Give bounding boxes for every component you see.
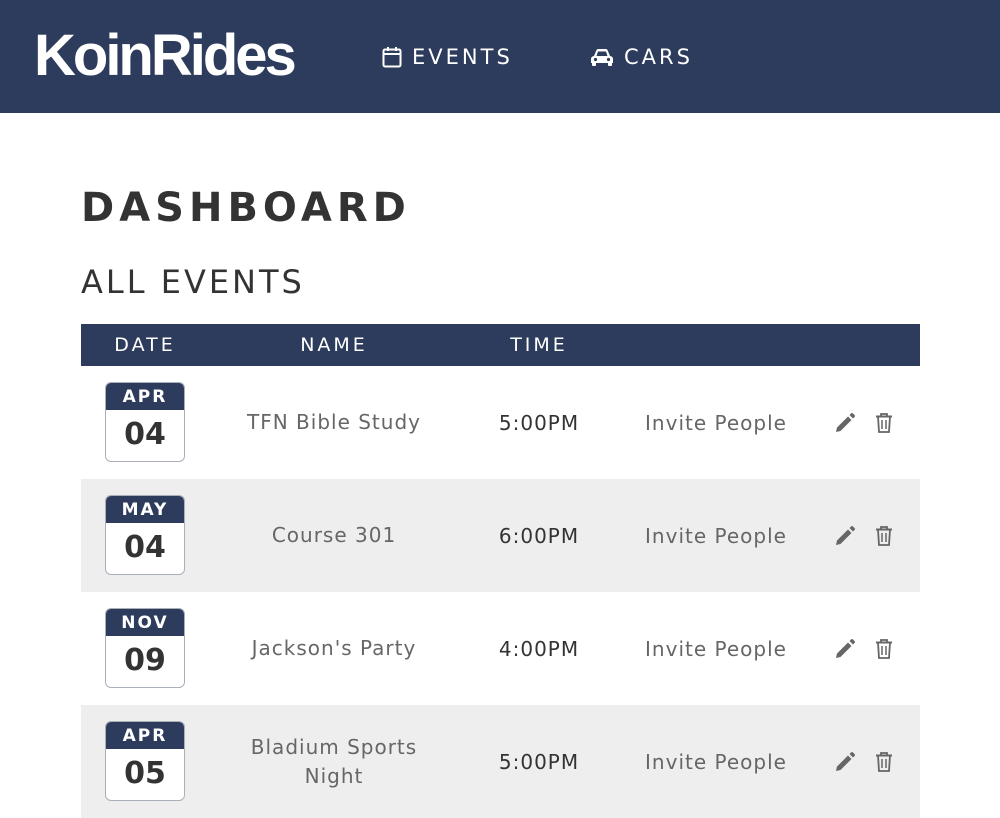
- invite-people-link[interactable]: Invite People: [629, 479, 803, 592]
- delete-button[interactable]: [872, 637, 896, 661]
- events-table: DATE NAME TIME APR 04 TFN Bible Study 5:…: [81, 324, 920, 818]
- event-time: 5:00PM: [498, 749, 580, 774]
- trash-icon: [876, 752, 892, 772]
- event-name: Course 301: [271, 523, 397, 547]
- nav-cars-label: CARS: [624, 45, 693, 69]
- app-logo[interactable]: KoinRides: [34, 22, 297, 90]
- date-month: MAY: [106, 496, 184, 523]
- date-badge: MAY 04: [105, 495, 185, 575]
- invite-people-link[interactable]: Invite People: [629, 705, 803, 818]
- table-row: MAY 04 Course 301 6:00PM Invite People: [81, 479, 920, 592]
- trash-icon: [876, 413, 892, 433]
- pencil-icon: [836, 639, 855, 658]
- date-day: 04: [124, 530, 166, 565]
- event-name: Jackson's Party: [251, 636, 417, 660]
- pencil-icon: [836, 413, 855, 432]
- nav-events-link[interactable]: EVENTS: [382, 42, 513, 72]
- pencil-icon: [836, 752, 855, 771]
- edit-button[interactable]: [833, 637, 857, 661]
- table-row: APR 05 Bladium Sports Night 5:00PM Invit…: [81, 705, 920, 818]
- trash-icon: [876, 639, 892, 659]
- trash-icon: [876, 526, 892, 546]
- date-month: APR: [106, 383, 184, 410]
- date-day: 05: [124, 756, 166, 791]
- pencil-icon: [836, 526, 855, 545]
- event-time: 6:00PM: [498, 523, 580, 548]
- nav-events-label: EVENTS: [412, 45, 513, 69]
- page-title: DASHBOARD: [81, 185, 411, 231]
- date-badge: APR 05: [105, 721, 185, 801]
- invite-people-link[interactable]: Invite People: [629, 366, 803, 479]
- date-badge: NOV 09: [105, 608, 185, 688]
- header-date: DATE: [114, 334, 176, 356]
- event-time: 5:00PM: [498, 410, 580, 435]
- table-header: DATE NAME TIME: [81, 324, 920, 366]
- edit-button[interactable]: [833, 750, 857, 774]
- table-row: NOV 09 Jackson's Party 4:00PM Invite Peo…: [81, 592, 920, 705]
- delete-button[interactable]: [872, 750, 896, 774]
- table-row: APR 04 TFN Bible Study 5:00PM Invite Peo…: [81, 366, 920, 479]
- calendar-icon: [382, 47, 402, 68]
- date-day: 04: [124, 417, 166, 452]
- event-name: TFN Bible Study: [247, 410, 421, 434]
- edit-button[interactable]: [833, 411, 857, 435]
- section-title: ALL EVENTS: [81, 263, 305, 301]
- car-icon: [591, 49, 613, 66]
- header-name: NAME: [300, 334, 368, 356]
- date-badge: APR 04: [105, 382, 185, 462]
- delete-button[interactable]: [872, 524, 896, 548]
- invite-people-link[interactable]: Invite People: [629, 592, 803, 705]
- date-month: APR: [106, 722, 184, 749]
- header-time: TIME: [510, 334, 568, 356]
- edit-button[interactable]: [833, 524, 857, 548]
- date-day: 09: [124, 643, 166, 678]
- delete-button[interactable]: [872, 411, 896, 435]
- nav-cars-link[interactable]: CARS: [590, 42, 693, 72]
- event-time: 4:00PM: [498, 636, 580, 661]
- event-name: Bladium Sports Night: [250, 734, 418, 788]
- date-month: NOV: [106, 609, 184, 636]
- top-navbar: KoinRides EVENTS CARS: [0, 0, 1000, 113]
